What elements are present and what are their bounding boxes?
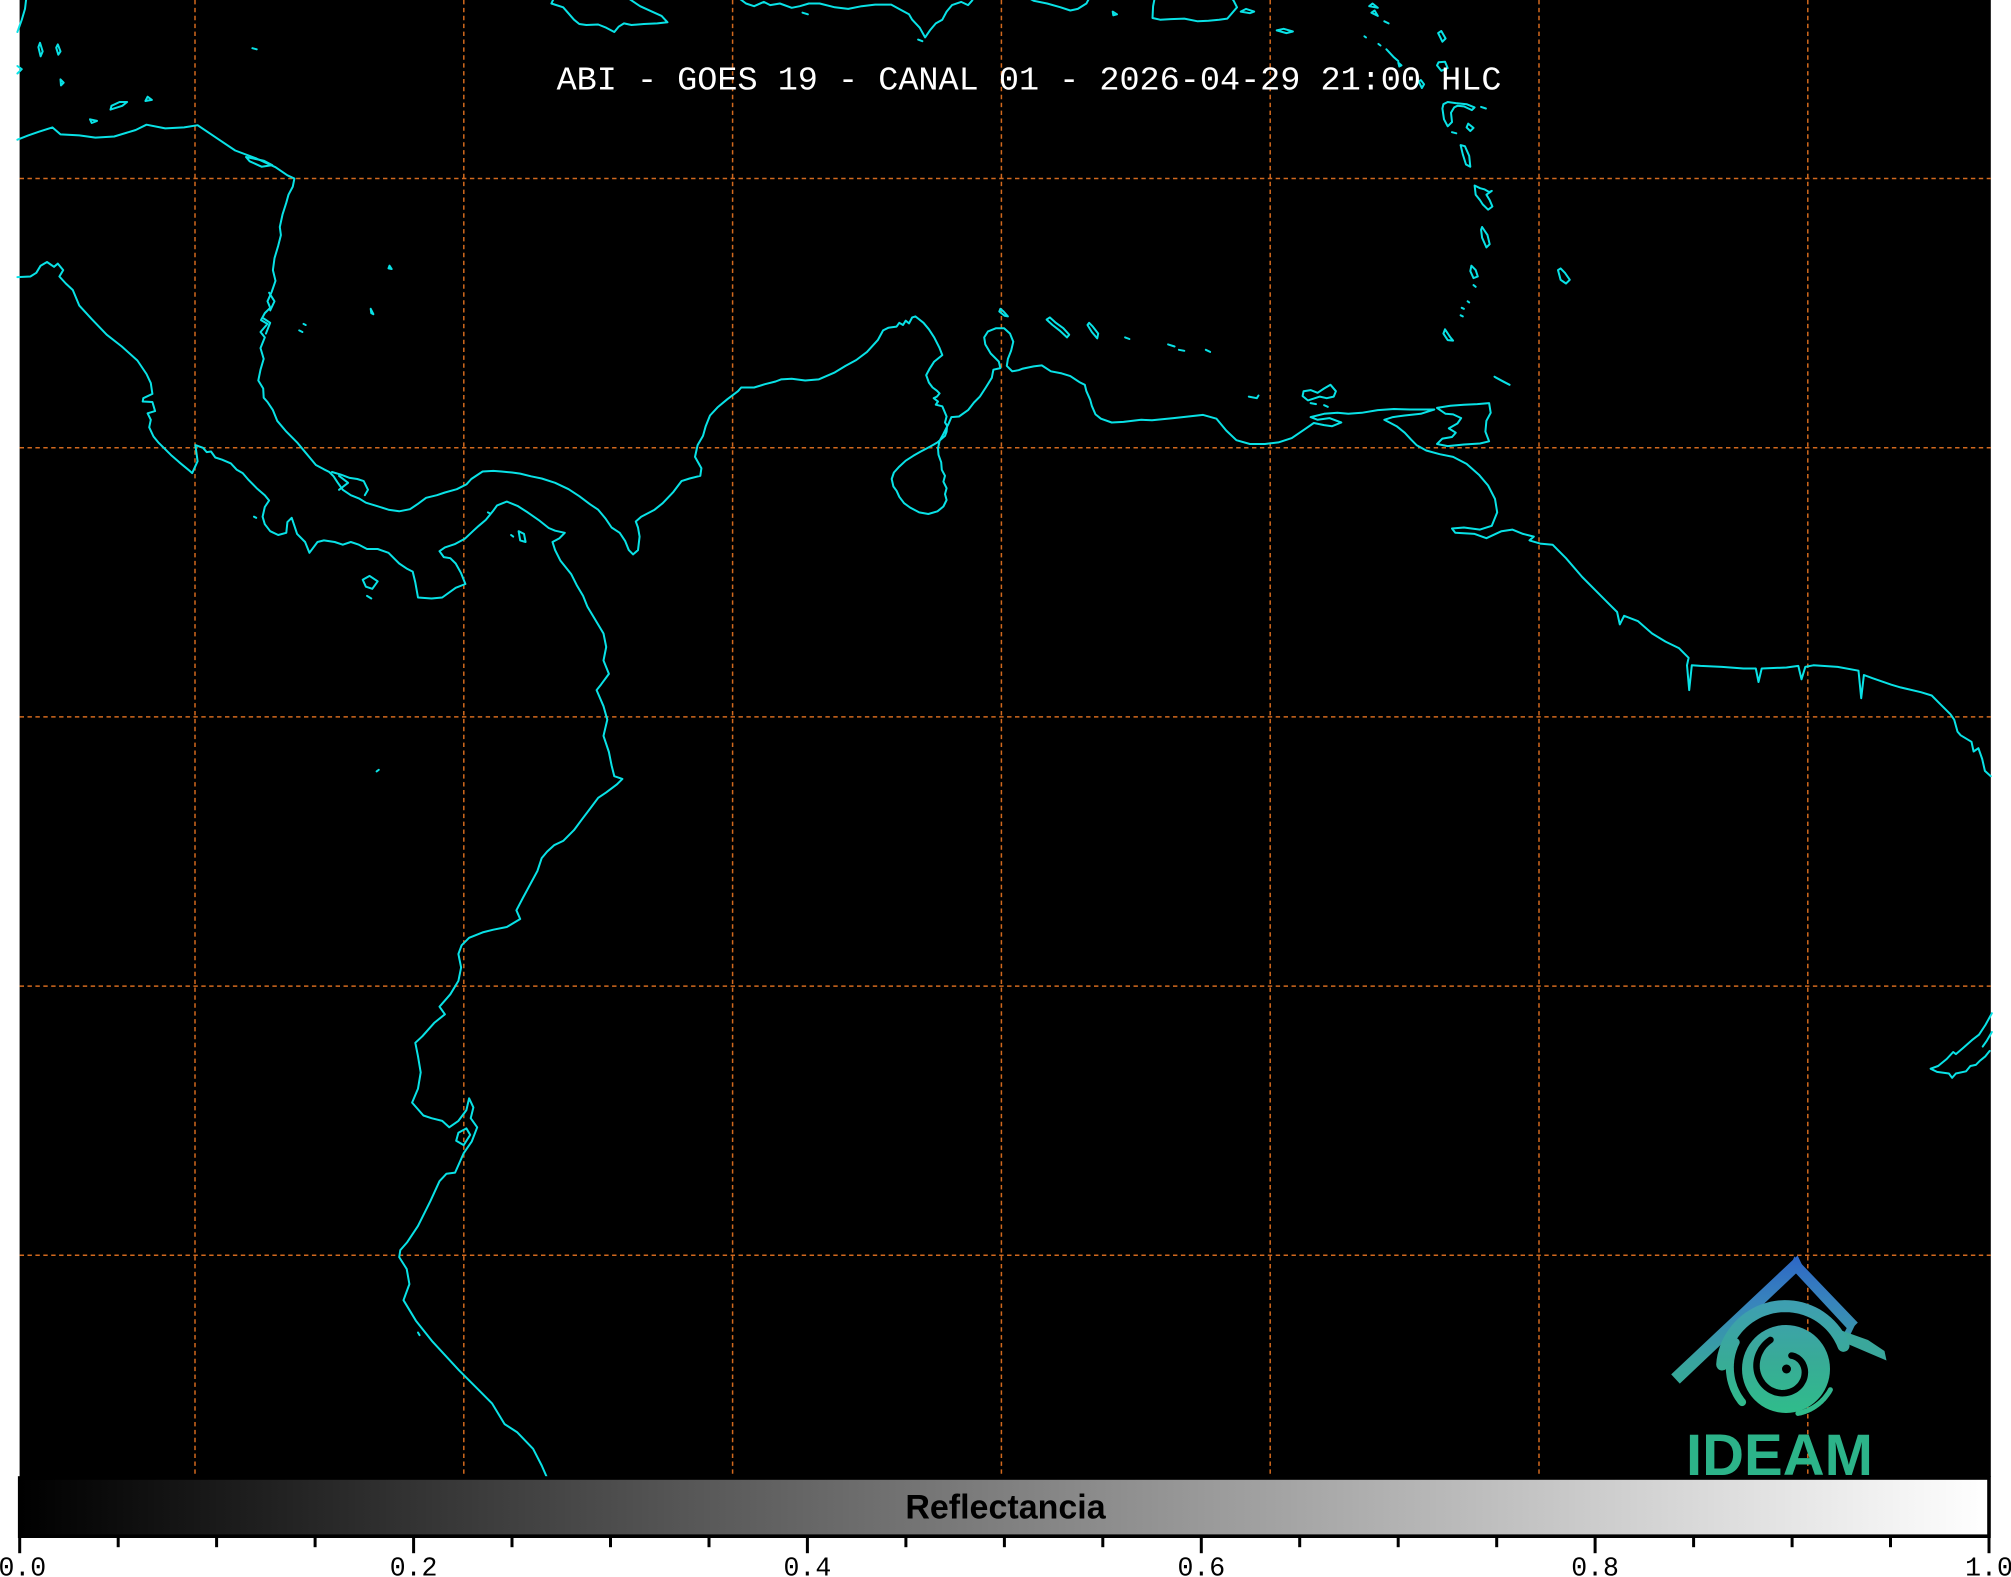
svg-text:0.6: 0.6 — [1177, 1554, 1225, 1577]
svg-text:0.0: 0.0 — [0, 1554, 46, 1577]
svg-text:ABI - GOES 19 - CANAL 01 - 202: ABI - GOES 19 - CANAL 01 - 2026-04-29 21… — [557, 63, 1502, 101]
svg-text:0.4: 0.4 — [784, 1554, 832, 1577]
svg-text:0.2: 0.2 — [390, 1554, 438, 1577]
svg-text:0.8: 0.8 — [1571, 1554, 1619, 1577]
svg-text:Reflectancia: Reflectancia — [905, 1489, 1106, 1527]
svg-text:1.0: 1.0 — [1965, 1554, 2011, 1577]
